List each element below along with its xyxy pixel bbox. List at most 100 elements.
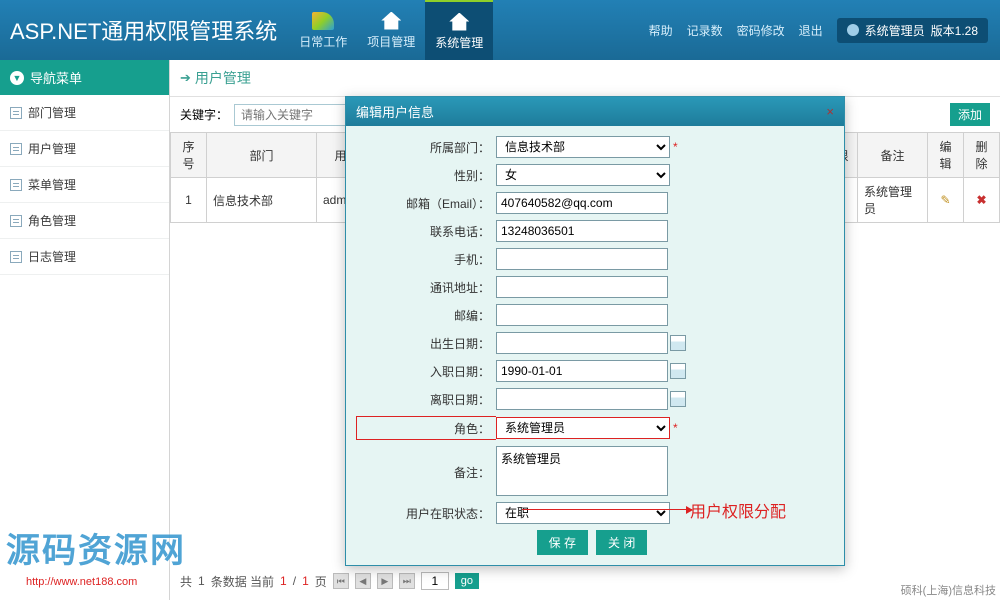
email-input[interactable]: [496, 192, 668, 214]
arrow-down-icon: ▼: [10, 71, 24, 85]
cell-note: 系统管理员: [858, 178, 928, 223]
edit-user-dialog: 编辑用户信息 × 所属部门：信息技术部* 性别：女 邮箱（Email）： 联系电…: [345, 96, 845, 566]
pwd-link[interactable]: 密码修改: [737, 22, 785, 39]
address-input[interactable]: [496, 276, 668, 298]
pager-count: 1: [198, 574, 205, 588]
pager-cur: 1: [280, 574, 287, 588]
page-input[interactable]: [421, 572, 449, 590]
leave-input[interactable]: [496, 388, 668, 410]
gender-select[interactable]: 女: [496, 164, 670, 186]
zip-input[interactable]: [496, 304, 668, 326]
leave-label: 离职日期：: [356, 391, 496, 408]
status-select[interactable]: 在职: [496, 502, 670, 524]
col-del: 删除: [964, 133, 1000, 178]
email-label: 邮箱（Email）：: [356, 195, 496, 212]
close-button[interactable]: 关 闭: [596, 530, 647, 555]
page-title: ➔ 用户管理: [170, 60, 1000, 97]
mobile-label: 手机：: [356, 251, 496, 268]
hire-input[interactable]: [496, 360, 668, 382]
sidebar-item-dept[interactable]: 部门管理: [0, 95, 169, 131]
note-label: 备注：: [356, 446, 496, 481]
role-label: 角色：: [356, 416, 496, 440]
col-idx: 序号: [171, 133, 207, 178]
user-icon: [847, 24, 859, 36]
arrow-right-icon: ➔: [180, 70, 191, 86]
first-page-button[interactable]: ⏮: [333, 573, 349, 589]
nav-tabs: 日常工作 项目管理 系统管理: [289, 0, 493, 60]
page-title-label: 用户管理: [195, 68, 251, 88]
required-icon: *: [673, 421, 678, 435]
house-icon: [379, 11, 403, 31]
pager-total: 1: [302, 574, 309, 588]
phone-label: 联系电话：: [356, 223, 496, 240]
sidebar-title-label: 导航菜单: [30, 68, 82, 87]
sidebar-item-label: 日志管理: [28, 248, 76, 265]
pager: 共1条数据 当前1/1页 ⏮ ◀ ▶ ⏭ go: [180, 572, 479, 590]
sidebar-item-log[interactable]: 日志管理: [0, 239, 169, 275]
dialog-body: 所属部门：信息技术部* 性别：女 邮箱（Email）： 联系电话： 手机： 通讯…: [346, 126, 844, 565]
nav-tab-daily[interactable]: 日常工作: [289, 0, 357, 60]
delete-icon: ✖: [976, 193, 986, 207]
last-page-button[interactable]: ⏭: [399, 573, 415, 589]
edit-icon: ✎: [940, 193, 950, 207]
sidebar-item-label: 菜单管理: [28, 176, 76, 193]
pager-prefix: 共: [180, 573, 192, 590]
exit-link[interactable]: 退出: [799, 22, 823, 39]
hire-label: 入职日期：: [356, 363, 496, 380]
sidebar-item-label: 部门管理: [28, 104, 76, 121]
list-icon: [10, 179, 22, 191]
save-button[interactable]: 保 存: [537, 530, 588, 555]
birth-label: 出生日期：: [356, 335, 496, 352]
list-icon: [10, 251, 22, 263]
cell-del[interactable]: ✖: [964, 178, 1000, 223]
user-badge[interactable]: 系统管理员 版本1.28: [837, 18, 988, 43]
dept-label: 所属部门：: [356, 139, 496, 156]
app-header: ASP.NET通用权限管理系统 日常工作 项目管理 系统管理 帮助 记录数 密码…: [0, 0, 1000, 60]
cell-edit[interactable]: ✎: [928, 178, 964, 223]
dept-select[interactable]: 信息技术部: [496, 136, 670, 158]
sidebar-item-label: 角色管理: [28, 212, 76, 229]
nav-tab-label: 系统管理: [435, 34, 483, 51]
required-icon: *: [673, 140, 678, 154]
go-button[interactable]: go: [455, 573, 479, 589]
address-label: 通讯地址：: [356, 279, 496, 296]
sidebar-item-role[interactable]: 角色管理: [0, 203, 169, 239]
rainbow-icon: [311, 11, 335, 31]
nav-tab-label: 日常工作: [299, 33, 347, 50]
calendar-icon[interactable]: [670, 363, 686, 379]
note-textarea[interactable]: [496, 446, 668, 496]
pager-sep: /: [293, 574, 296, 588]
sidebar-title: ▼ 导航菜单: [0, 60, 169, 95]
calendar-icon[interactable]: [670, 335, 686, 351]
sidebar: ▼ 导航菜单 部门管理 用户管理 菜单管理 角色管理 日志管理: [0, 60, 170, 600]
search-label: 关键字：: [180, 106, 228, 123]
sidebar-item-menu[interactable]: 菜单管理: [0, 167, 169, 203]
sidebar-item-user[interactable]: 用户管理: [0, 131, 169, 167]
calendar-icon[interactable]: [670, 391, 686, 407]
user-name: 系统管理员: [865, 22, 925, 39]
birth-input[interactable]: [496, 332, 668, 354]
nav-tab-label: 项目管理: [367, 33, 415, 50]
col-edit: 编辑: [928, 133, 964, 178]
nav-tab-project[interactable]: 项目管理: [357, 0, 425, 60]
nav-tab-system[interactable]: 系统管理: [425, 0, 493, 60]
col-note: 备注: [858, 133, 928, 178]
list-icon: [10, 215, 22, 227]
prev-page-button[interactable]: ◀: [355, 573, 371, 589]
close-icon[interactable]: ×: [826, 104, 834, 119]
pager-mid: 条数据 当前: [211, 573, 274, 590]
help-link[interactable]: 帮助: [649, 22, 673, 39]
role-select[interactable]: 系统管理员: [496, 417, 670, 439]
zip-label: 邮编：: [356, 307, 496, 324]
mobile-input[interactable]: [496, 248, 668, 270]
footer-text: 硕科(上海)信息科技: [901, 582, 996, 598]
phone-input[interactable]: [496, 220, 668, 242]
annotation-arrow: [522, 509, 692, 510]
records-link[interactable]: 记录数: [687, 22, 723, 39]
dialog-footer: 保 存 关 闭: [356, 530, 828, 565]
dialog-titlebar[interactable]: 编辑用户信息 ×: [346, 97, 844, 126]
version-label: 版本1.28: [931, 22, 978, 39]
add-button[interactable]: 添加: [950, 103, 990, 126]
next-page-button[interactable]: ▶: [377, 573, 393, 589]
gender-label: 性别：: [356, 167, 496, 184]
